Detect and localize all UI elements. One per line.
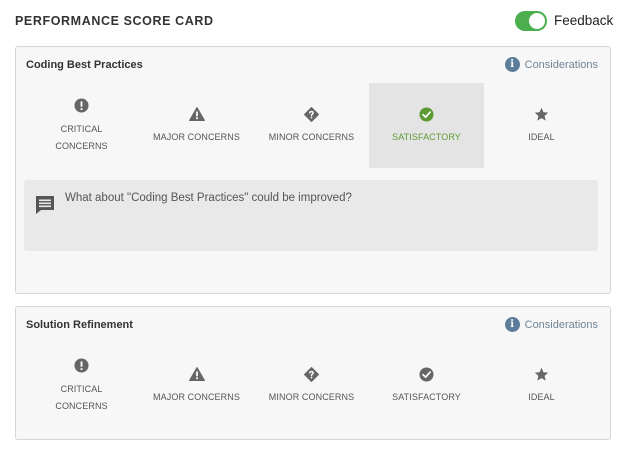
- comment-icon: [34, 194, 56, 216]
- rating-ideal[interactable]: IDEAL: [484, 343, 599, 428]
- rating-label: CRITICAL CONCERNS: [55, 123, 108, 151]
- star-icon: [533, 365, 551, 383]
- category-card-coding-best-practices: Coding Best Practices i Considerations C…: [15, 46, 611, 294]
- info-icon: i: [504, 317, 520, 332]
- rating-label: MINOR CONCERNS: [268, 392, 355, 402]
- rating-label: MAJOR CONCERNS: [153, 392, 240, 402]
- rating-label: MAJOR CONCERNS: [153, 132, 240, 142]
- comment-placeholder: What about "Coding Best Practices" could…: [65, 192, 352, 204]
- toggle-knob: [529, 13, 545, 29]
- question-diamond-icon: [303, 105, 321, 123]
- category-title: Coding Best Practices: [26, 59, 143, 71]
- considerations-link[interactable]: i Considerations: [504, 317, 598, 332]
- check-circle-icon: [418, 365, 436, 383]
- question-diamond-icon: [303, 365, 321, 383]
- rating-satisfactory[interactable]: SATISFACTORY: [369, 343, 484, 428]
- considerations-label: Considerations: [524, 318, 598, 331]
- exclamation-circle-icon: [73, 357, 91, 375]
- rating-options: CRITICAL CONCERNS MAJOR CONCERNS MINOR C…: [24, 83, 599, 168]
- warning-triangle-icon: [188, 105, 206, 123]
- score-card-header: PERFORMANCE SCORE CARD Feedback: [15, 10, 613, 34]
- rating-label: IDEAL: [528, 392, 555, 402]
- feedback-toggle[interactable]: [515, 11, 547, 31]
- considerations-label: Considerations: [524, 58, 598, 71]
- category-card-solution-refinement: Solution Refinement i Considerations CRI…: [15, 306, 611, 440]
- star-icon: [533, 105, 551, 123]
- page-title: PERFORMANCE SCORE CARD: [15, 14, 214, 28]
- rating-label: MINOR CONCERNS: [268, 132, 355, 142]
- rating-critical-concerns[interactable]: CRITICAL CONCERNS: [24, 343, 139, 428]
- rating-ideal[interactable]: IDEAL: [484, 83, 599, 168]
- rating-major-concerns[interactable]: MAJOR CONCERNS: [139, 343, 254, 428]
- rating-label: IDEAL: [528, 132, 555, 142]
- feedback-label[interactable]: Feedback: [554, 13, 613, 28]
- rating-label: SATISFACTORY: [392, 392, 461, 402]
- rating-label: SATISFACTORY: [392, 132, 461, 142]
- rating-critical-concerns[interactable]: CRITICAL CONCERNS: [24, 83, 139, 168]
- exclamation-circle-icon: [73, 97, 91, 115]
- rating-major-concerns[interactable]: MAJOR CONCERNS: [139, 83, 254, 168]
- rating-minor-concerns[interactable]: MINOR CONCERNS: [254, 343, 369, 428]
- considerations-link[interactable]: i Considerations: [504, 57, 598, 72]
- rating-options: CRITICAL CONCERNS MAJOR CONCERNS MINOR C…: [24, 343, 599, 428]
- rating-label: CRITICAL CONCERNS: [55, 383, 108, 411]
- rating-satisfactory[interactable]: SATISFACTORY: [369, 83, 484, 168]
- check-circle-icon: [418, 105, 436, 123]
- info-icon: i: [504, 57, 520, 72]
- category-title: Solution Refinement: [26, 319, 133, 331]
- rating-minor-concerns[interactable]: MINOR CONCERNS: [254, 83, 369, 168]
- warning-triangle-icon: [188, 365, 206, 383]
- comment-field[interactable]: What about "Coding Best Practices" could…: [24, 180, 598, 251]
